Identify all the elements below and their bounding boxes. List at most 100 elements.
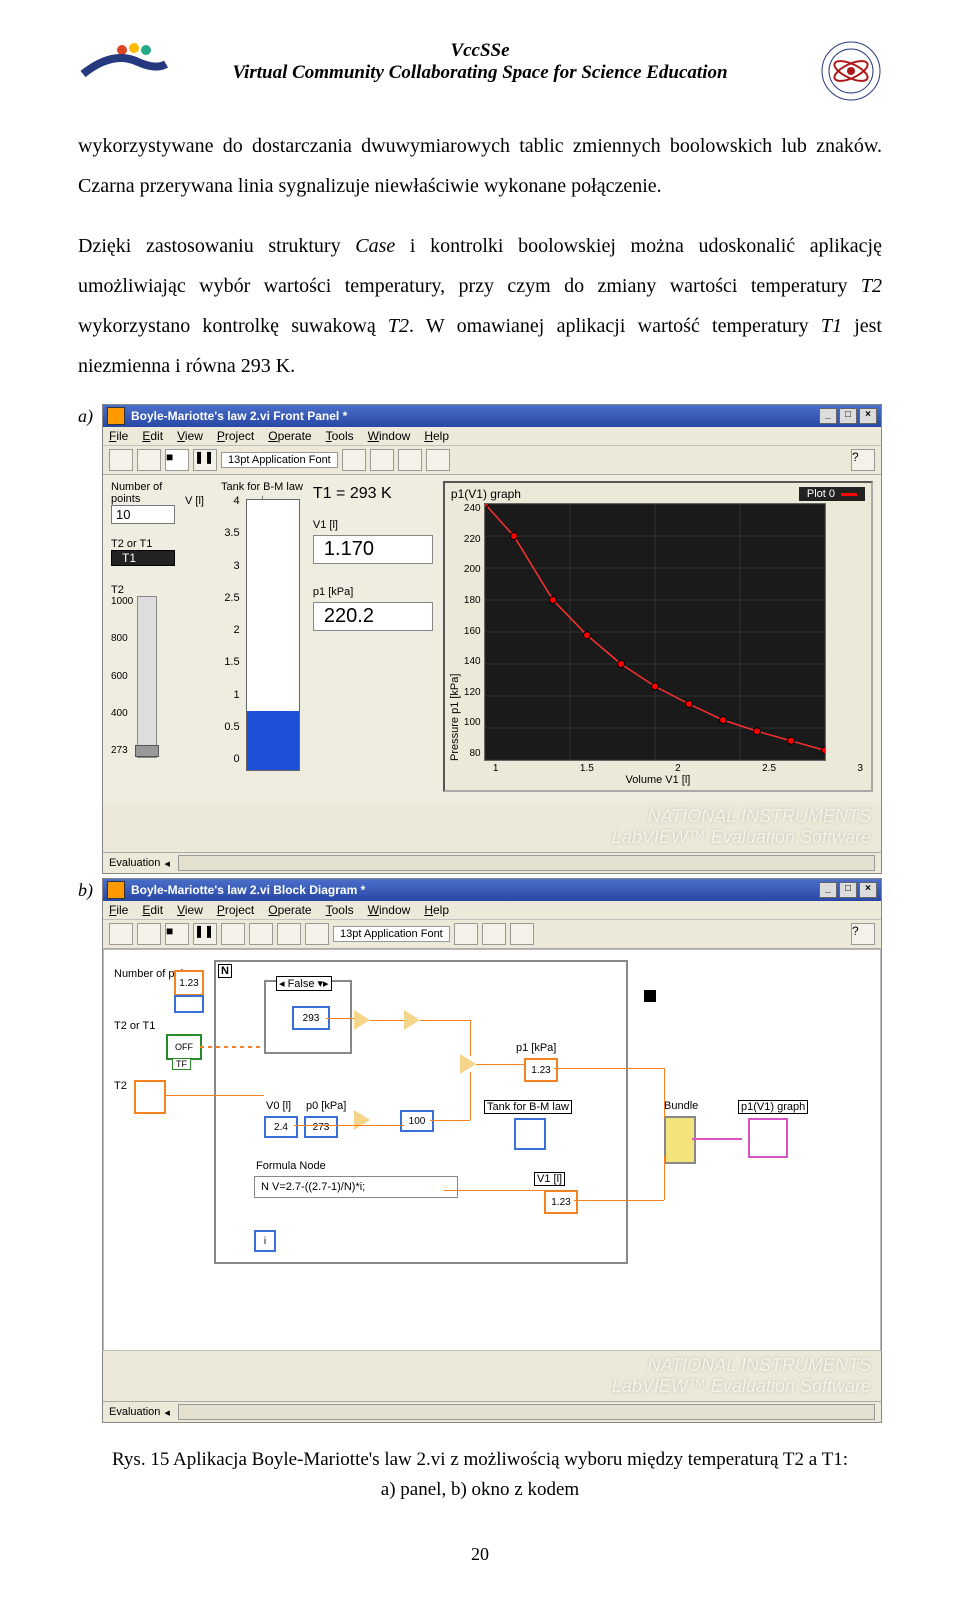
font-selector[interactable]: 13pt Application Font (333, 926, 450, 942)
align-button[interactable] (342, 449, 366, 471)
close-button[interactable]: × (859, 882, 877, 898)
t2-label: T2 (111, 584, 175, 596)
step-over-button[interactable] (277, 923, 301, 945)
help-button[interactable]: ? (851, 449, 875, 471)
maximize-button[interactable]: □ (839, 408, 857, 424)
panel-b-label: b) (78, 878, 102, 901)
status-text: Evaluation (109, 857, 160, 869)
align-button[interactable] (454, 923, 478, 945)
menu-help[interactable]: Help (424, 429, 449, 443)
loop-i-terminal[interactable]: i (254, 1230, 276, 1252)
formula-node[interactable]: N V=2.7-((2.7-1)/N)*i; (254, 1176, 458, 1198)
help-button[interactable]: ? (851, 923, 875, 945)
run-continuous-button[interactable] (137, 449, 161, 471)
run-button[interactable] (109, 923, 133, 945)
block-diagram-canvas[interactable]: Number of points 1.23 T2 or T1 OFF TF T2… (103, 949, 881, 1351)
front-panel-window: Boyle-Mariotte's law 2.vi Front Panel * … (102, 404, 882, 874)
menu-file[interactable]: File (109, 903, 128, 917)
bd-p1-label: p1 [kPa] (514, 1042, 558, 1054)
const-293[interactable]: 293 (292, 1006, 330, 1030)
cleanup-button[interactable] (510, 923, 534, 945)
window-title: Boyle-Mariotte's law 2.vi Block Diagram … (131, 883, 365, 897)
divide-node-2[interactable] (460, 1054, 476, 1074)
v1-indicator-terminal[interactable]: 1.23 (544, 1190, 578, 1214)
loop-n-terminal[interactable]: N (218, 964, 232, 978)
maximize-button[interactable]: □ (839, 882, 857, 898)
bd-t2-or-t1-label: T2 or T1 (112, 1020, 157, 1032)
bundle-node[interactable] (664, 1116, 696, 1164)
run-continuous-button[interactable] (137, 923, 161, 945)
p1-label: p1 [kPa] (313, 586, 433, 598)
highlight-button[interactable] (221, 923, 245, 945)
step-out-button[interactable] (305, 923, 329, 945)
t1-toggle-button[interactable]: T1 (111, 550, 175, 566)
close-button[interactable]: × (859, 408, 877, 424)
divide-node-1[interactable] (404, 1010, 420, 1030)
minimize-button[interactable]: _ (819, 408, 837, 424)
menu-edit[interactable]: Edit (142, 903, 163, 917)
menu-operate[interactable]: Operate (268, 429, 311, 443)
t2-or-t1-label: T2 or T1 (111, 538, 175, 550)
pause-button[interactable]: ❚❚ (193, 923, 217, 945)
bd-number-of-points-terminal[interactable]: 1.23 (174, 970, 204, 996)
menu-window[interactable]: Window (368, 429, 411, 443)
step-button[interactable] (249, 923, 273, 945)
menu-project[interactable]: Project (217, 903, 254, 917)
menu-view[interactable]: View (177, 429, 203, 443)
p1-indicator-terminal[interactable]: 1.23 (524, 1058, 558, 1082)
stop-button[interactable]: ■ (165, 449, 189, 471)
watermark: NATIONAL INSTRUMENTS LabVIEW™ Evaluation… (103, 1351, 881, 1401)
minimize-button[interactable]: _ (819, 882, 837, 898)
watermark: NATIONAL INSTRUMENTS LabVIEW™ Evaluation… (103, 802, 881, 852)
header-title-short: VccSSe (232, 40, 727, 62)
const-v0[interactable]: 2.4 (264, 1116, 298, 1138)
breakpoint-icon[interactable] (644, 990, 656, 1002)
resize-button[interactable] (398, 449, 422, 471)
run-button[interactable] (109, 449, 133, 471)
app-icon (107, 881, 125, 899)
p1-indicator: 220.2 (313, 602, 433, 631)
plot-legend[interactable]: Plot 0 (799, 487, 865, 501)
menu-edit[interactable]: Edit (142, 429, 163, 443)
bd-t2-terminal[interactable] (134, 1080, 166, 1114)
menu-view[interactable]: View (177, 903, 203, 917)
const-100[interactable]: 100 (400, 1110, 434, 1132)
menu-file[interactable]: File (109, 429, 128, 443)
font-selector[interactable]: 13pt Application Font (221, 452, 338, 468)
horizontal-scrollbar[interactable] (178, 1404, 875, 1420)
pause-button[interactable]: ❚❚ (193, 449, 217, 471)
plot-area[interactable] (484, 503, 826, 761)
stop-button[interactable]: ■ (165, 923, 189, 945)
statusbar: Evaluation ◂ (103, 852, 881, 873)
menu-operate[interactable]: Operate (268, 903, 311, 917)
case-selector-label[interactable]: ◂ False ▾▸ (276, 976, 332, 991)
titlebar[interactable]: Boyle-Mariotte's law 2.vi Block Diagram … (103, 879, 881, 901)
number-of-points-input[interactable]: 10 (111, 505, 175, 524)
menu-tools[interactable]: Tools (326, 903, 354, 917)
menu-project[interactable]: Project (217, 429, 254, 443)
menu-tools[interactable]: Tools (326, 429, 354, 443)
multiply-node-2[interactable] (354, 1110, 370, 1130)
horizontal-scrollbar[interactable] (178, 855, 875, 871)
v1-label: V1 [l] (313, 519, 433, 531)
distribute-button[interactable] (482, 923, 506, 945)
const-273[interactable]: 273 (304, 1116, 338, 1138)
number-of-points-label: Number of points (111, 481, 175, 505)
tank-indicator-terminal[interactable] (514, 1118, 546, 1150)
bd-v1-label: V1 [l] (534, 1172, 565, 1186)
bd-int-terminal[interactable] (174, 995, 204, 1013)
bd-bundle-label: Bundle (662, 1100, 700, 1112)
menubar[interactable]: File Edit View Project Operate Tools Win… (103, 427, 881, 446)
distribute-button[interactable] (370, 449, 394, 471)
y-axis-label: Pressure p1 [kPa] (449, 503, 461, 761)
header-title-long: Virtual Community Collaborating Space fo… (232, 62, 727, 84)
bd-bool-terminal[interactable]: OFF (166, 1034, 202, 1060)
graph-terminal[interactable] (748, 1118, 788, 1158)
menubar[interactable]: File Edit View Project Operate Tools Win… (103, 901, 881, 920)
reorder-button[interactable] (426, 449, 450, 471)
t2-slider[interactable] (137, 596, 157, 758)
menu-window[interactable]: Window (368, 903, 411, 917)
menu-help[interactable]: Help (424, 903, 449, 917)
titlebar[interactable]: Boyle-Mariotte's law 2.vi Front Panel * … (103, 405, 881, 427)
multiply-node-1[interactable] (354, 1010, 370, 1030)
